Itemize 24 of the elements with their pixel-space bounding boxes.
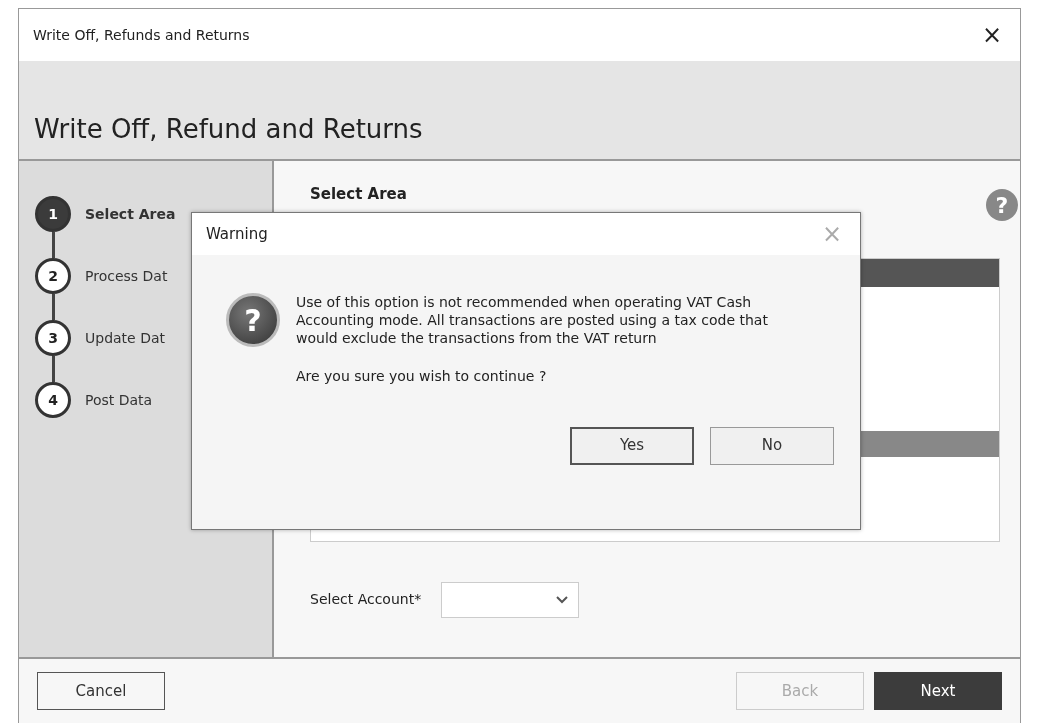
dialog-button[interactable]: No bbox=[710, 426, 834, 465]
cancel-button[interactable]: Cancel bbox=[37, 672, 165, 710]
step-label: Process Dat bbox=[85, 266, 168, 286]
step-number: 2 bbox=[35, 258, 71, 294]
question-icon: ? bbox=[226, 293, 280, 347]
section-heading: Select Area bbox=[310, 184, 408, 205]
step-label: Post Data bbox=[85, 390, 153, 410]
step-number: 4 bbox=[35, 382, 71, 418]
window-title: Write Off, Refunds and Returns bbox=[33, 25, 250, 45]
next-button[interactable]: Next bbox=[874, 672, 1002, 710]
step-label: Update Dat bbox=[85, 328, 165, 348]
chevron-down-icon bbox=[556, 595, 569, 604]
step-number: 1 bbox=[35, 196, 71, 232]
field-label: Select Account* bbox=[310, 590, 422, 609]
step-label: Select Area bbox=[85, 204, 176, 224]
dialog-title: Warning bbox=[206, 223, 268, 245]
step-number: 3 bbox=[35, 320, 71, 356]
close-button[interactable]: × bbox=[977, 23, 1006, 47]
warning-message: Use of this option is not recommended when operating VAT Cash Accounting mode. All transactions are posted using a tax code that would exclude the transactions from the VAT return bbox=[296, 293, 769, 348]
account-dropdown[interactable] bbox=[441, 581, 580, 618]
confirm-question: Are you sure you wish to continue ? bbox=[296, 366, 548, 386]
help-icon[interactable]: ? bbox=[986, 189, 1018, 221]
page-title: Write Off, Refund and Returns bbox=[34, 113, 423, 145]
dialog-button[interactable]: Yes bbox=[570, 426, 694, 465]
